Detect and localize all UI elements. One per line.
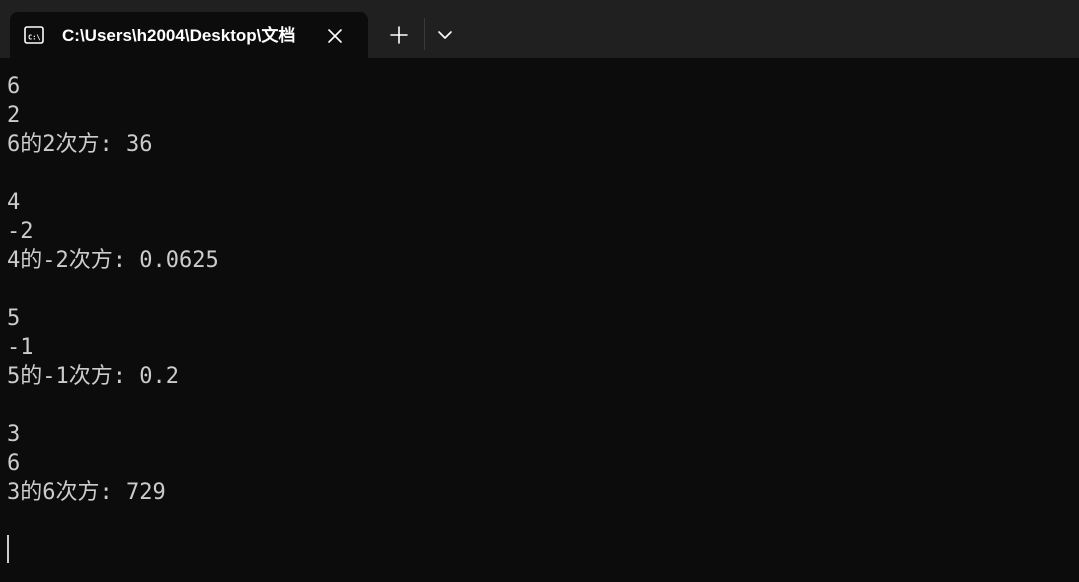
terminal-line: 2 [7, 103, 21, 128]
svg-text:C:\: C:\ [28, 34, 41, 42]
terminal-line: 5 [7, 306, 21, 331]
tab-active[interactable]: C:\ C:\Users\h2004\Desktop\文档 [10, 12, 368, 58]
terminal-line: -1 [7, 335, 34, 360]
terminal-line: 6 [7, 451, 21, 476]
terminal-line: 3 [7, 422, 21, 447]
tab-divider [424, 18, 425, 50]
terminal-line: -2 [7, 219, 34, 244]
terminal-line: 6的2次方: 36 [7, 132, 153, 157]
chevron-down-icon[interactable] [432, 22, 458, 48]
cmd-icon: C:\ [24, 26, 44, 44]
terminal-line: 4 [7, 190, 21, 215]
terminal-line: 4的-2次方: 0.0625 [7, 248, 219, 273]
tab-title: C:\Users\h2004\Desktop\文档 [62, 26, 296, 45]
plus-icon[interactable] [386, 22, 412, 48]
text-cursor [7, 535, 9, 563]
terminal-line: 6 [7, 74, 21, 99]
close-icon[interactable] [325, 26, 345, 46]
terminal-line: 5的-1次方: 0.2 [7, 364, 179, 389]
terminal-lines: 6 2 6的2次方: 36 4 -2 4的-2次方: 0.0625 5 -1 5… [7, 72, 219, 507]
terminal-line: 3的6次方: 729 [7, 480, 166, 505]
title-bar: C:\ C:\Users\h2004\Desktop\文档 [0, 0, 1079, 58]
terminal-output[interactable]: 6 2 6的2次方: 36 4 -2 4的-2次方: 0.0625 5 -1 5… [0, 58, 1079, 582]
